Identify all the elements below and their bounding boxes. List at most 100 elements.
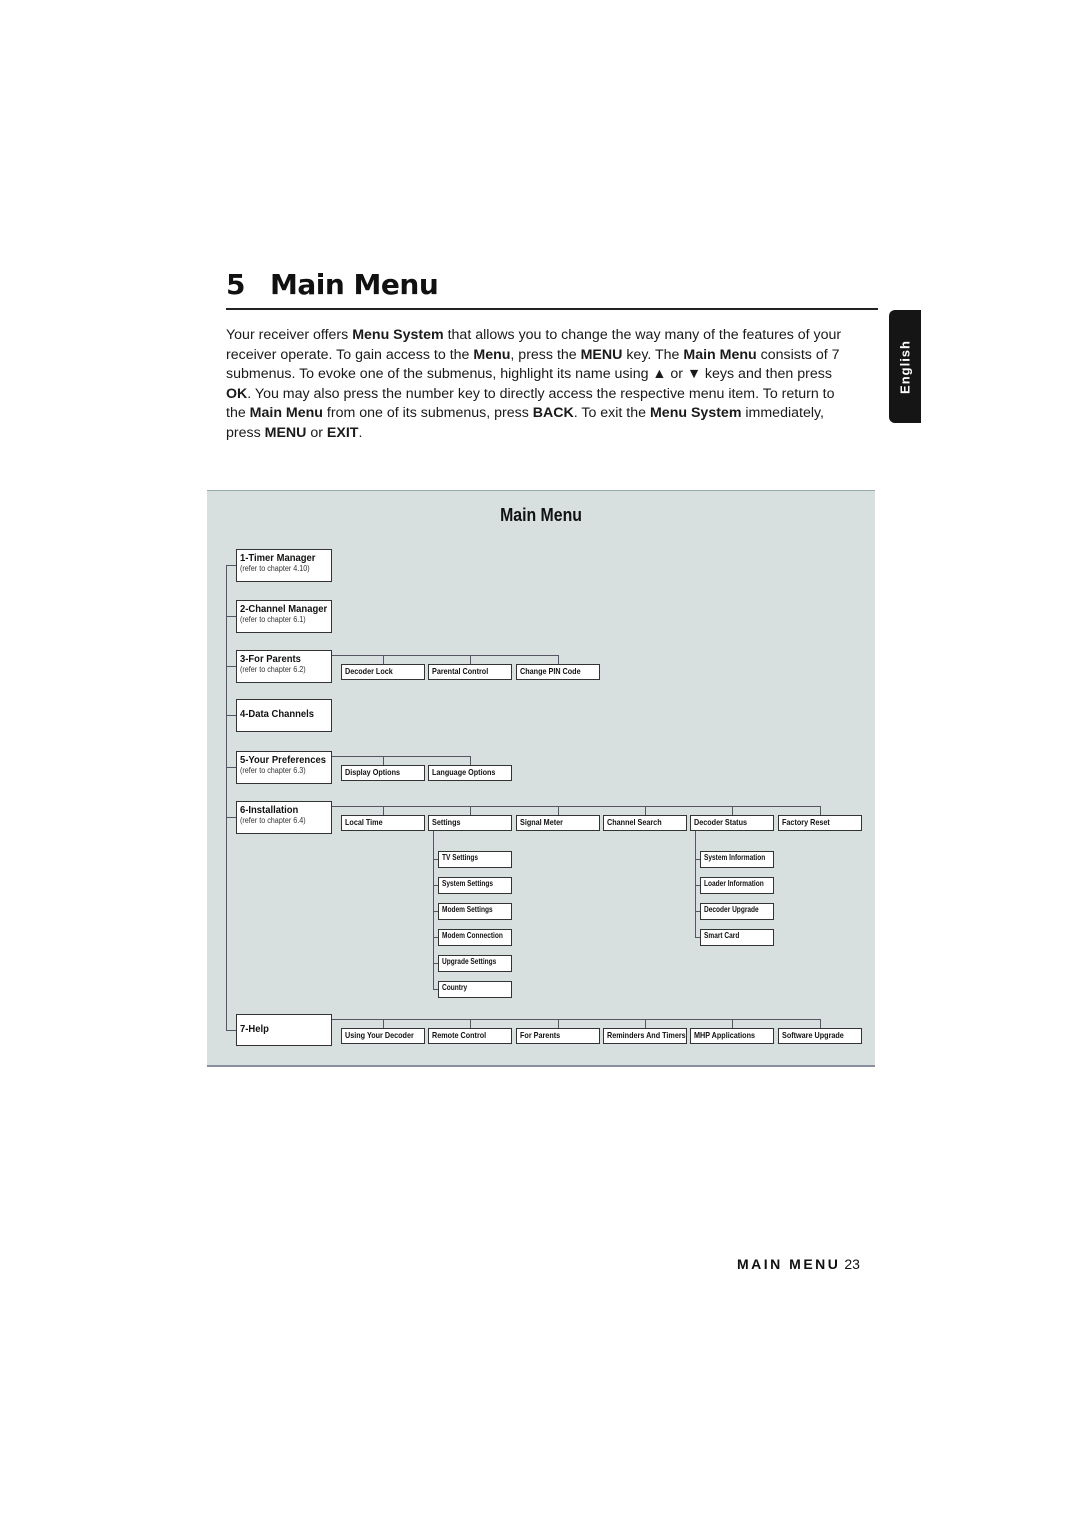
submenu-label: Settings (432, 817, 461, 827)
menu-label: 6-Installation (240, 804, 299, 816)
emphasis-term: MENU (264, 424, 307, 441)
emphasis-term: Menu (473, 346, 511, 363)
submenu-drop-line (820, 806, 821, 815)
diagram-title: Main Menu (500, 505, 582, 525)
menu-box-7: 7-Help (236, 1014, 332, 1046)
section-number: 5 (226, 268, 245, 301)
submenu-drop-line (470, 806, 471, 815)
branch-connector (226, 1030, 236, 1031)
menu-box-6: 6-Installation (refer to chapter 6.4) (236, 801, 332, 834)
submenu-box: Settings (428, 815, 512, 831)
submenu-box: Remote Control (428, 1028, 512, 1044)
heading-rule (226, 308, 878, 310)
submenu-bus-line (332, 655, 558, 656)
submenu-drop-line (383, 756, 384, 765)
menu-label: 5-Your Preferences (240, 754, 326, 766)
emphasis-term: EXIT (326, 424, 359, 441)
submenu-label: Decoder Status (694, 817, 748, 827)
submenu-drop-line (383, 1019, 384, 1028)
child-label: Country (442, 983, 468, 992)
child-label: System Settings (442, 879, 494, 888)
submenu-box: Reminders And Timers (603, 1028, 687, 1044)
submenu-box: Decoder Status (690, 815, 774, 831)
submenu-box: Decoder Lock (341, 664, 425, 680)
emphasis-term: Menu System (649, 405, 742, 422)
emphasis-term: Menu System (352, 327, 444, 343)
submenu-drop-line (470, 756, 471, 765)
intro-paragraph: Your receiver offers Menu System that al… (226, 326, 858, 444)
branch-connector (226, 715, 236, 716)
child-label: Loader Information (704, 879, 764, 888)
branch-connector (226, 565, 236, 566)
child-label: Decoder Upgrade (704, 905, 759, 914)
menu-box-4: 4-Data Channels (236, 699, 332, 732)
child-label: Modem Connection (442, 931, 503, 940)
body-text: , press the (510, 346, 581, 363)
page-number: 23 (844, 1256, 860, 1272)
body-text: key. The (622, 346, 684, 363)
submenu-box: Channel Search (603, 815, 687, 831)
child-menu-box: Decoder Upgrade (700, 903, 774, 920)
submenu-label: Parental Control (432, 666, 489, 676)
submenu-label: Language Options (432, 767, 496, 777)
submenu-box: Language Options (428, 765, 512, 781)
chapter-reference: (refer to chapter 4.10) (240, 564, 310, 573)
submenu-bus-line (332, 1019, 820, 1020)
emphasis-term: Main Menu (683, 346, 757, 363)
emphasis-term: MENU (580, 346, 623, 363)
child-menu-box: Modem Settings (438, 903, 512, 920)
submenu-drop-line (645, 1019, 646, 1028)
child-menu-box: Upgrade Settings (438, 955, 512, 972)
submenu-label: Using Your Decoder (345, 1030, 414, 1040)
submenu-box: Local Time (341, 815, 425, 831)
submenu-box: Factory Reset (778, 815, 862, 831)
menu-label: 7-Help (240, 1023, 269, 1035)
submenu-drop-line (383, 655, 384, 664)
submenu-label: Signal Meter (520, 817, 563, 827)
submenu-label: Display Options (345, 767, 401, 777)
child-menu-box: Smart Card (700, 929, 774, 946)
menu-label: 1-Timer Manager (240, 552, 316, 564)
submenu-bus-line (332, 756, 470, 757)
submenu-box: For Parents (516, 1028, 600, 1044)
menu-box-1: 1-Timer Manager (refer to chapter 4.10) (236, 549, 332, 582)
submenu-label: Decoder Lock (345, 666, 393, 676)
submenu-box: Signal Meter (516, 815, 600, 831)
submenu-label: Remote Control (432, 1030, 487, 1040)
submenu-label: Software Upgrade (782, 1030, 844, 1040)
branch-connector (226, 616, 236, 617)
tree-trunk-line (226, 565, 227, 1030)
submenu-drop-line (470, 1019, 471, 1028)
submenu-drop-line (732, 806, 733, 815)
emphasis-term: OK (226, 385, 248, 402)
menu-box-2: 2-Channel Manager (refer to chapter 6.1) (236, 600, 332, 633)
emphasis-term: BACK (532, 405, 574, 422)
submenu-label: Channel Search (607, 817, 662, 827)
language-tab: English (889, 310, 921, 423)
branch-connector (226, 817, 236, 818)
menu-label: 4-Data Channels (240, 708, 315, 720)
body-text: Your receiver offers (226, 327, 353, 343)
child-label: Modem Settings (442, 905, 493, 914)
submenu-box: MHP Applications (690, 1028, 774, 1044)
submenu-label: Reminders And Timers (607, 1030, 686, 1040)
submenu-box: Parental Control (428, 664, 512, 680)
child-trunk-line (433, 831, 434, 989)
child-label: System Information (704, 853, 766, 862)
body-text: or (306, 424, 327, 441)
body-text: . To exit the (573, 405, 650, 422)
menu-box-3: 3-For Parents (refer to chapter 6.2) (236, 650, 332, 683)
emphasis-term: Main Menu (249, 405, 323, 422)
footer-section: MAIN MENU (737, 1256, 841, 1272)
submenu-box: Using Your Decoder (341, 1028, 425, 1044)
language-label: English (897, 339, 913, 394)
child-menu-box: System Information (700, 851, 774, 868)
menu-label: 3-For Parents (240, 653, 301, 665)
submenu-label: Change PIN Code (520, 666, 581, 676)
submenu-drop-line (470, 655, 471, 664)
submenu-box: Change PIN Code (516, 664, 600, 680)
submenu-drop-line (383, 806, 384, 815)
submenu-label: Local Time (345, 817, 383, 827)
chapter-reference: (refer to chapter 6.1) (240, 615, 306, 624)
child-label: Smart Card (704, 931, 740, 940)
